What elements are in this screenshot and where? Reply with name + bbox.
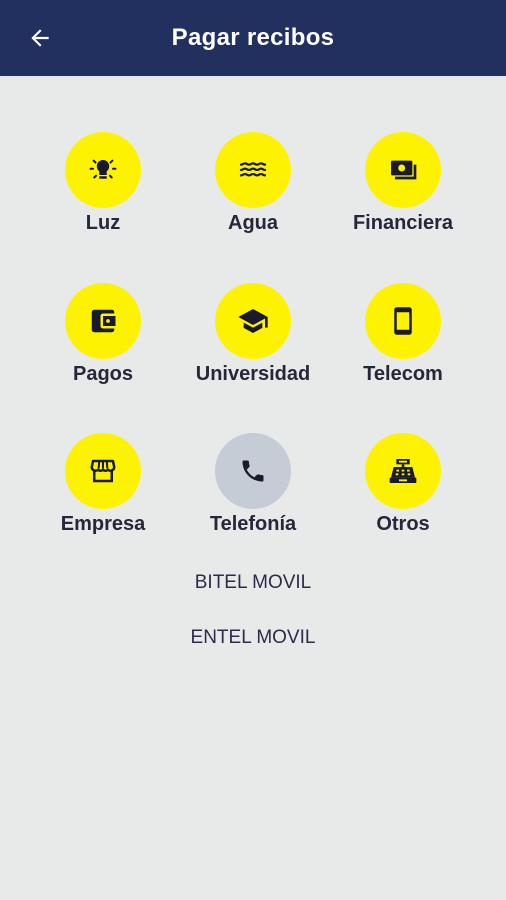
category-pagos[interactable]: Pagos: [28, 283, 178, 386]
cash-register-icon: [389, 459, 417, 483]
telefonia-circle: [215, 433, 291, 509]
empresa-circle: [65, 433, 141, 509]
category-telecom[interactable]: Telecom: [328, 283, 478, 386]
category-financiera[interactable]: Financiera: [328, 132, 478, 235]
category-label: Universidad: [195, 363, 311, 385]
category-agua[interactable]: Agua: [178, 132, 328, 235]
option-entel-movil[interactable]: ENTEL MOVIL: [0, 627, 506, 649]
category-luz[interactable]: Luz: [28, 132, 178, 235]
smartphone-icon: [394, 307, 412, 335]
category-label: Empresa: [60, 513, 146, 535]
universidad-circle: [215, 283, 291, 359]
category-label: Agua: [228, 212, 278, 234]
wallet-icon: [91, 309, 116, 333]
otros-circle: [365, 433, 441, 509]
page-title: Pagar recibos: [171, 24, 335, 51]
category-label: Financiera: [352, 212, 454, 234]
light-bulb-icon: [89, 159, 117, 179]
category-otros[interactable]: Otros: [328, 433, 478, 536]
category-universidad[interactable]: Universidad: [178, 283, 328, 386]
pagos-circle: [65, 283, 141, 359]
app-bar: Pagar recibos: [0, 0, 506, 76]
category-label: Luz: [85, 212, 121, 234]
graduation-cap-icon: [238, 309, 268, 333]
water-waves-icon: [239, 162, 267, 177]
category-label: Telefonía: [209, 513, 297, 535]
category-label: Pagos: [72, 363, 134, 385]
financiera-circle: [365, 132, 441, 208]
category-empresa[interactable]: Empresa: [28, 433, 178, 536]
luz-circle: [65, 132, 141, 208]
category-label: Otros: [376, 513, 430, 535]
money-icon: [391, 160, 417, 180]
store-icon: [90, 459, 116, 483]
category-label: Telecom: [363, 363, 443, 385]
option-bitel-movil[interactable]: BITEL MOVIL: [0, 572, 506, 594]
phone-icon: [242, 460, 264, 482]
category-telefonia[interactable]: Telefonía: [178, 433, 328, 536]
agua-circle: [215, 132, 291, 208]
telecom-circle: [365, 283, 441, 359]
